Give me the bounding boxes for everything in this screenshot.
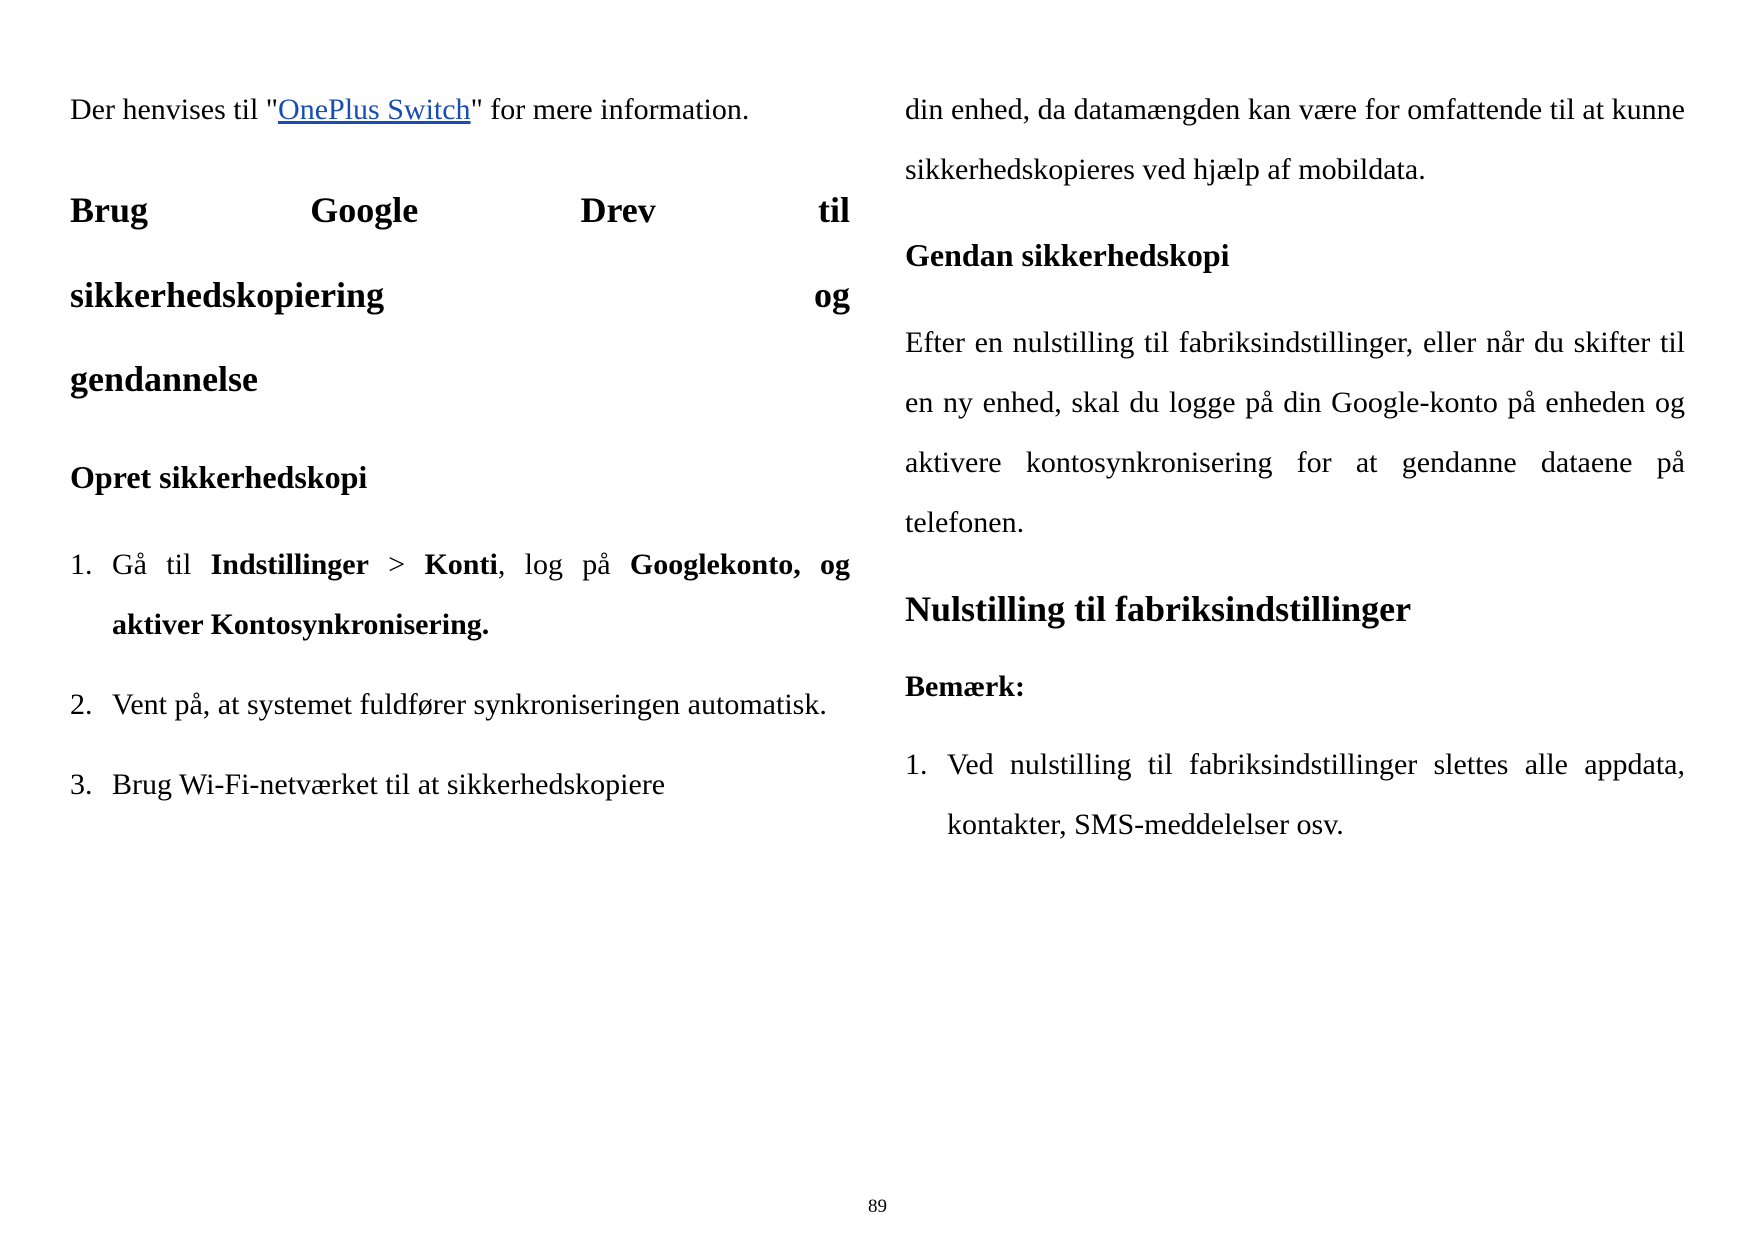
- list-item: Ved nulstilling til fabriksindstillinger…: [905, 735, 1685, 855]
- heading-restore-backup: Gendan sikkerhedskopi: [905, 230, 1685, 281]
- step-text: Vent på, at systemet fuldfører synkronis…: [112, 688, 827, 721]
- intro-paragraph: Der henvises til "OnePlus Switch" for me…: [70, 80, 850, 140]
- step-text: , log på: [498, 548, 630, 581]
- note-label: Bemærk:: [905, 657, 1685, 717]
- list-item: Vent på, at systemet fuldfører synkronis…: [70, 675, 850, 735]
- backup-steps-list: Gå til Indstillinger > Konti, log på Goo…: [70, 535, 850, 815]
- step-bold: Indstillinger: [211, 548, 369, 581]
- two-column-layout: Der henvises til "OnePlus Switch" for me…: [70, 80, 1685, 875]
- heading-google-drive-backup: Brug Google Drev til sikkerhedskopiering…: [70, 168, 850, 422]
- intro-text-post: " for mere information.: [471, 93, 750, 126]
- restore-paragraph: Efter en nulstilling til fabriksindstill…: [905, 313, 1685, 553]
- right-column: din enhed, da datamængden kan være for o…: [905, 80, 1685, 875]
- heading-line-2: sikkerhedskopiering og: [70, 275, 850, 315]
- oneplus-switch-link[interactable]: OnePlus Switch: [278, 93, 471, 126]
- left-column: Der henvises til "OnePlus Switch" for me…: [70, 80, 850, 875]
- heading-line-1: Brug Google Drev til: [70, 190, 850, 230]
- heading-create-backup: Opret sikkerhedskopi: [70, 452, 850, 503]
- continuation-paragraph: din enhed, da datamængden kan være for o…: [905, 80, 1685, 200]
- list-item: Gå til Indstillinger > Konti, log på Goo…: [70, 535, 850, 655]
- step-text: Gå til: [112, 548, 211, 581]
- page-number: 89: [0, 1196, 1755, 1218]
- step-bold: Konti: [424, 548, 497, 581]
- intro-text-pre: Der henvises til ": [70, 93, 278, 126]
- step-text: Brug Wi-Fi-netværket til at sikkerhedsko…: [112, 768, 665, 801]
- list-item: Brug Wi-Fi-netværket til at sikkerhedsko…: [70, 755, 850, 815]
- heading-factory-reset: Nulstilling til fabriksindstillinger: [905, 581, 1685, 639]
- note-text: Ved nulstilling til fabriksindstillinger…: [947, 748, 1685, 841]
- heading-line-3: gendannelse: [70, 337, 258, 422]
- factory-reset-notes-list: Ved nulstilling til fabriksindstillinger…: [905, 735, 1685, 855]
- step-text: >: [369, 548, 425, 581]
